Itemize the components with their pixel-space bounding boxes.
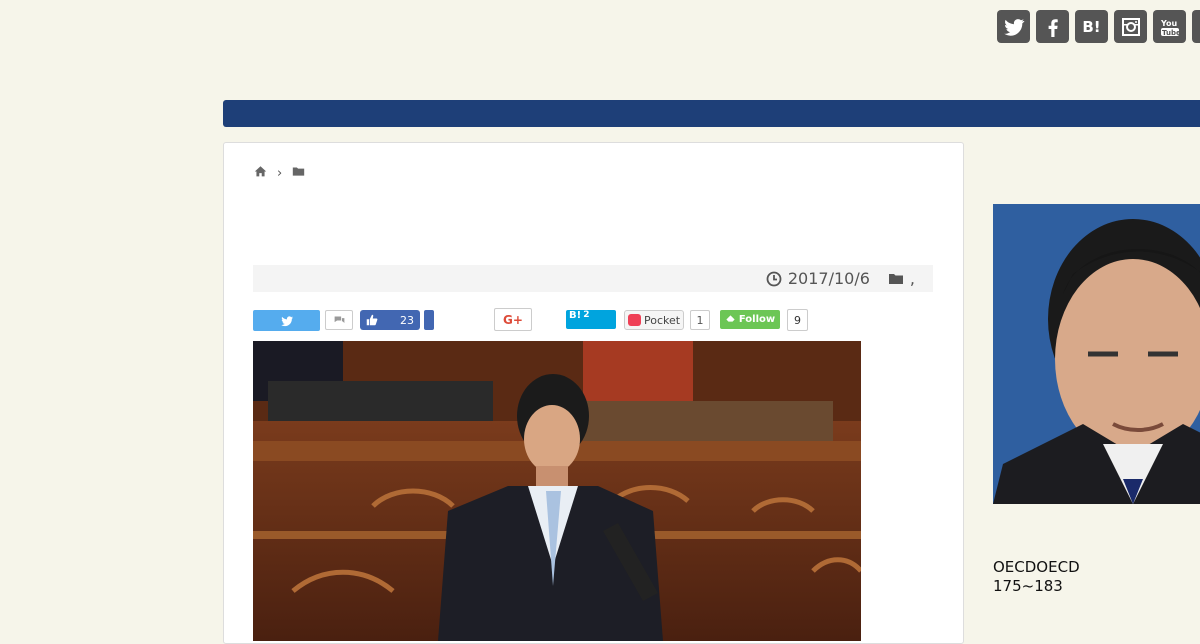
facebook-like-button[interactable]: 23	[360, 310, 420, 330]
home-icon[interactable]	[254, 165, 267, 182]
facebook-icon[interactable]	[1036, 10, 1069, 43]
twitter-icon	[280, 315, 293, 326]
hatena-label: B!	[569, 310, 582, 321]
pocket-label: Pocket	[644, 313, 681, 327]
pocket-count: 1	[690, 310, 710, 330]
post-date: 2017/10/6	[787, 269, 870, 288]
sidebar-profile-photo	[993, 204, 1200, 504]
pocket-button[interactable]: Pocket	[624, 310, 684, 330]
feedly-label: Follow	[738, 314, 776, 325]
comment-icon	[334, 315, 344, 323]
twitter-count-bubble[interactable]	[325, 310, 353, 330]
youtube-icon[interactable]: You Tube	[1153, 10, 1186, 43]
clock-icon	[766, 271, 782, 286]
sidebar-profile-text: OECDOECD 175~183	[993, 558, 1080, 596]
article-card: › 2017/10/6 , 23 G+ B! 2 Pocket 1 Follow…	[223, 142, 964, 644]
hatena-bookmark-button[interactable]: B! 2	[566, 310, 616, 329]
instagram-icon[interactable]	[1114, 10, 1147, 43]
svg-text:Tube: Tube	[1162, 29, 1181, 37]
feedly-icon[interactable]	[1192, 10, 1200, 43]
post-meta-bar: 2017/10/6 ,	[253, 265, 933, 292]
thumbs-up-icon	[366, 314, 378, 326]
article-main-photo	[253, 341, 861, 641]
svg-text:You: You	[1160, 19, 1178, 28]
google-plus-button[interactable]: G+	[494, 308, 532, 331]
sidebar-text-line-2: 175~183	[993, 577, 1063, 595]
category-separator: ,	[909, 269, 915, 288]
twitter-share-button[interactable]	[253, 310, 320, 331]
hatena-bookmark-icon[interactable]: B!	[1075, 10, 1108, 43]
feedly-count: 9	[787, 309, 808, 331]
folder-icon[interactable]	[292, 165, 305, 182]
breadcrumb: ›	[254, 165, 305, 182]
feedly-icon	[726, 315, 735, 322]
feedly-follow-button[interactable]: Follow	[720, 310, 780, 329]
hatena-glyph: B!	[1082, 17, 1101, 36]
share-buttons: 23 G+ B! 2 Pocket 1 Follow 9	[253, 308, 853, 332]
sidebar-text-line-1: OECDOECD	[993, 558, 1080, 576]
global-navbar	[223, 100, 1200, 127]
pocket-icon	[628, 314, 641, 326]
social-icons: B! You Tube	[997, 10, 1200, 43]
hatena-count: 2	[583, 310, 590, 320]
facebook-count: 23	[400, 313, 414, 327]
facebook-share-button[interactable]	[424, 310, 434, 330]
breadcrumb-separator: ›	[277, 166, 283, 181]
category-folder-icon	[888, 273, 903, 284]
twitter-icon[interactable]	[997, 10, 1030, 43]
